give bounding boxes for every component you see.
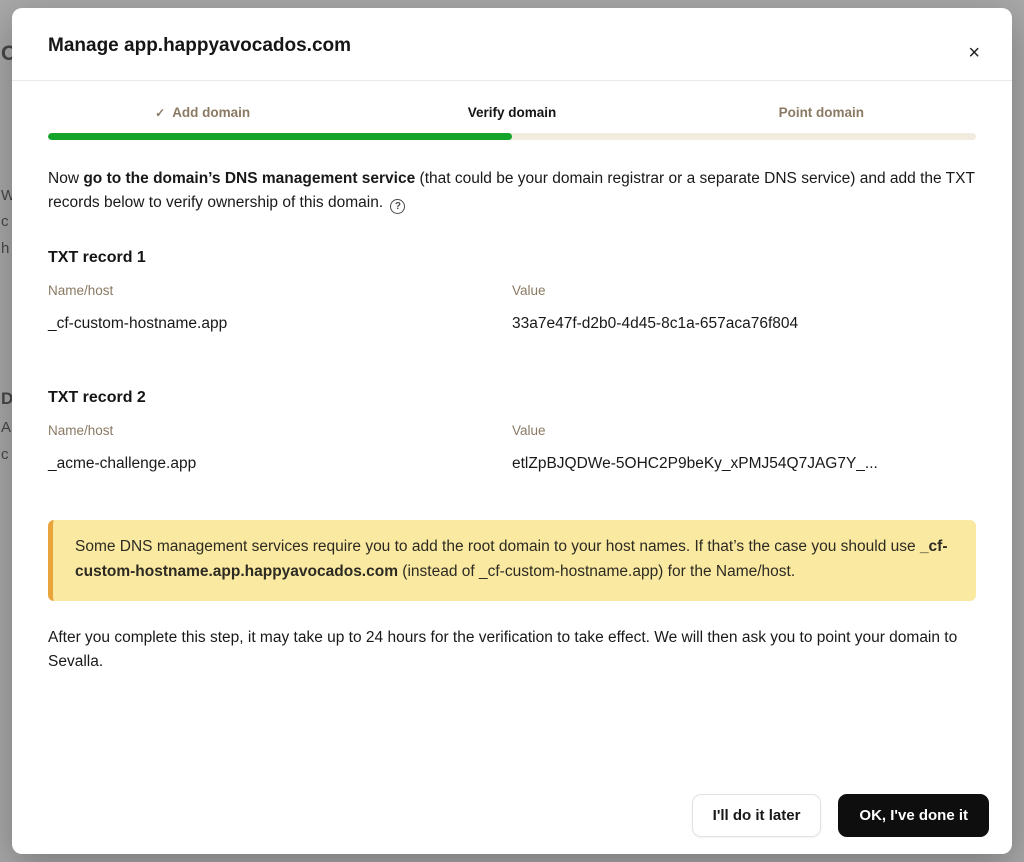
brand-name: Sevalla bbox=[48, 653, 99, 670]
name-host-value: _cf-custom-hostname.app bbox=[48, 315, 512, 333]
txt-record-1: TXT record 1 Name/host Value _cf-custom-… bbox=[48, 249, 976, 333]
record-grid: Name/host Value _cf-custom-hostname.app … bbox=[48, 283, 976, 333]
page-text-fragment: c bbox=[1, 446, 9, 463]
manage-domain-modal: Manage app.happyavocados.com × ✓ Add dom… bbox=[12, 8, 1012, 854]
intro-prefix: Now bbox=[48, 170, 83, 187]
step-point-domain: Point domain bbox=[667, 105, 976, 120]
intro-text: Now go to the domain’s DNS management se… bbox=[48, 167, 976, 215]
verification-note: After you complete this step, it may tak… bbox=[48, 626, 976, 674]
name-host-label: Name/host bbox=[48, 283, 512, 298]
progress-fill bbox=[48, 133, 512, 140]
txt-record-2: TXT record 2 Name/host Value _acme-chall… bbox=[48, 389, 976, 473]
record-heading: TXT record 2 bbox=[48, 389, 976, 407]
note-prefix: After you complete this step, it may tak… bbox=[48, 629, 957, 646]
step-label: Add domain bbox=[172, 105, 250, 120]
note-suffix: . bbox=[99, 653, 103, 670]
later-button[interactable]: I'll do it later bbox=[692, 794, 822, 837]
callout-suffix: (instead of _cf-custom-hostname.app) for… bbox=[398, 563, 795, 580]
name-host-label: Name/host bbox=[48, 423, 512, 438]
progress-bar bbox=[48, 133, 976, 140]
check-icon: ✓ bbox=[155, 106, 165, 120]
dns-root-domain-callout: Some DNS management services require you… bbox=[48, 520, 976, 601]
page-text-fragment: h bbox=[1, 240, 9, 257]
help-icon[interactable]: ? bbox=[390, 199, 405, 214]
txt-value: etlZpBJQDWe-5OHC2P9beKy_xPMJ54Q7JAG7Y_..… bbox=[512, 455, 976, 473]
modal-footer: I'll do it later OK, I've done it bbox=[692, 794, 989, 837]
name-host-value: _acme-challenge.app bbox=[48, 455, 512, 473]
stepper: ✓ Add domain Verify domain Point domain bbox=[12, 105, 1012, 120]
close-icon[interactable]: × bbox=[958, 33, 990, 73]
callout-prefix: Some DNS management services require you… bbox=[75, 538, 920, 555]
step-label: Point domain bbox=[779, 105, 865, 120]
txt-value: 33a7e47f-d2b0-4d45-8c1a-657aca76f804 bbox=[512, 315, 976, 333]
record-heading: TXT record 1 bbox=[48, 249, 976, 267]
step-label: Verify domain bbox=[468, 105, 557, 120]
value-label: Value bbox=[512, 283, 976, 298]
step-add-domain: ✓ Add domain bbox=[48, 105, 357, 120]
modal-header: Manage app.happyavocados.com × bbox=[12, 8, 1012, 81]
intro-bold: go to the domain’s DNS management servic… bbox=[83, 170, 415, 187]
value-label: Value bbox=[512, 423, 976, 438]
done-button[interactable]: OK, I've done it bbox=[838, 794, 989, 837]
modal-title: Manage app.happyavocados.com bbox=[48, 35, 976, 57]
step-verify-domain: Verify domain bbox=[357, 105, 666, 120]
page-text-fragment: A bbox=[1, 419, 11, 436]
page-text-fragment: c bbox=[1, 213, 9, 230]
record-grid: Name/host Value _acme-challenge.app etlZ… bbox=[48, 423, 976, 473]
